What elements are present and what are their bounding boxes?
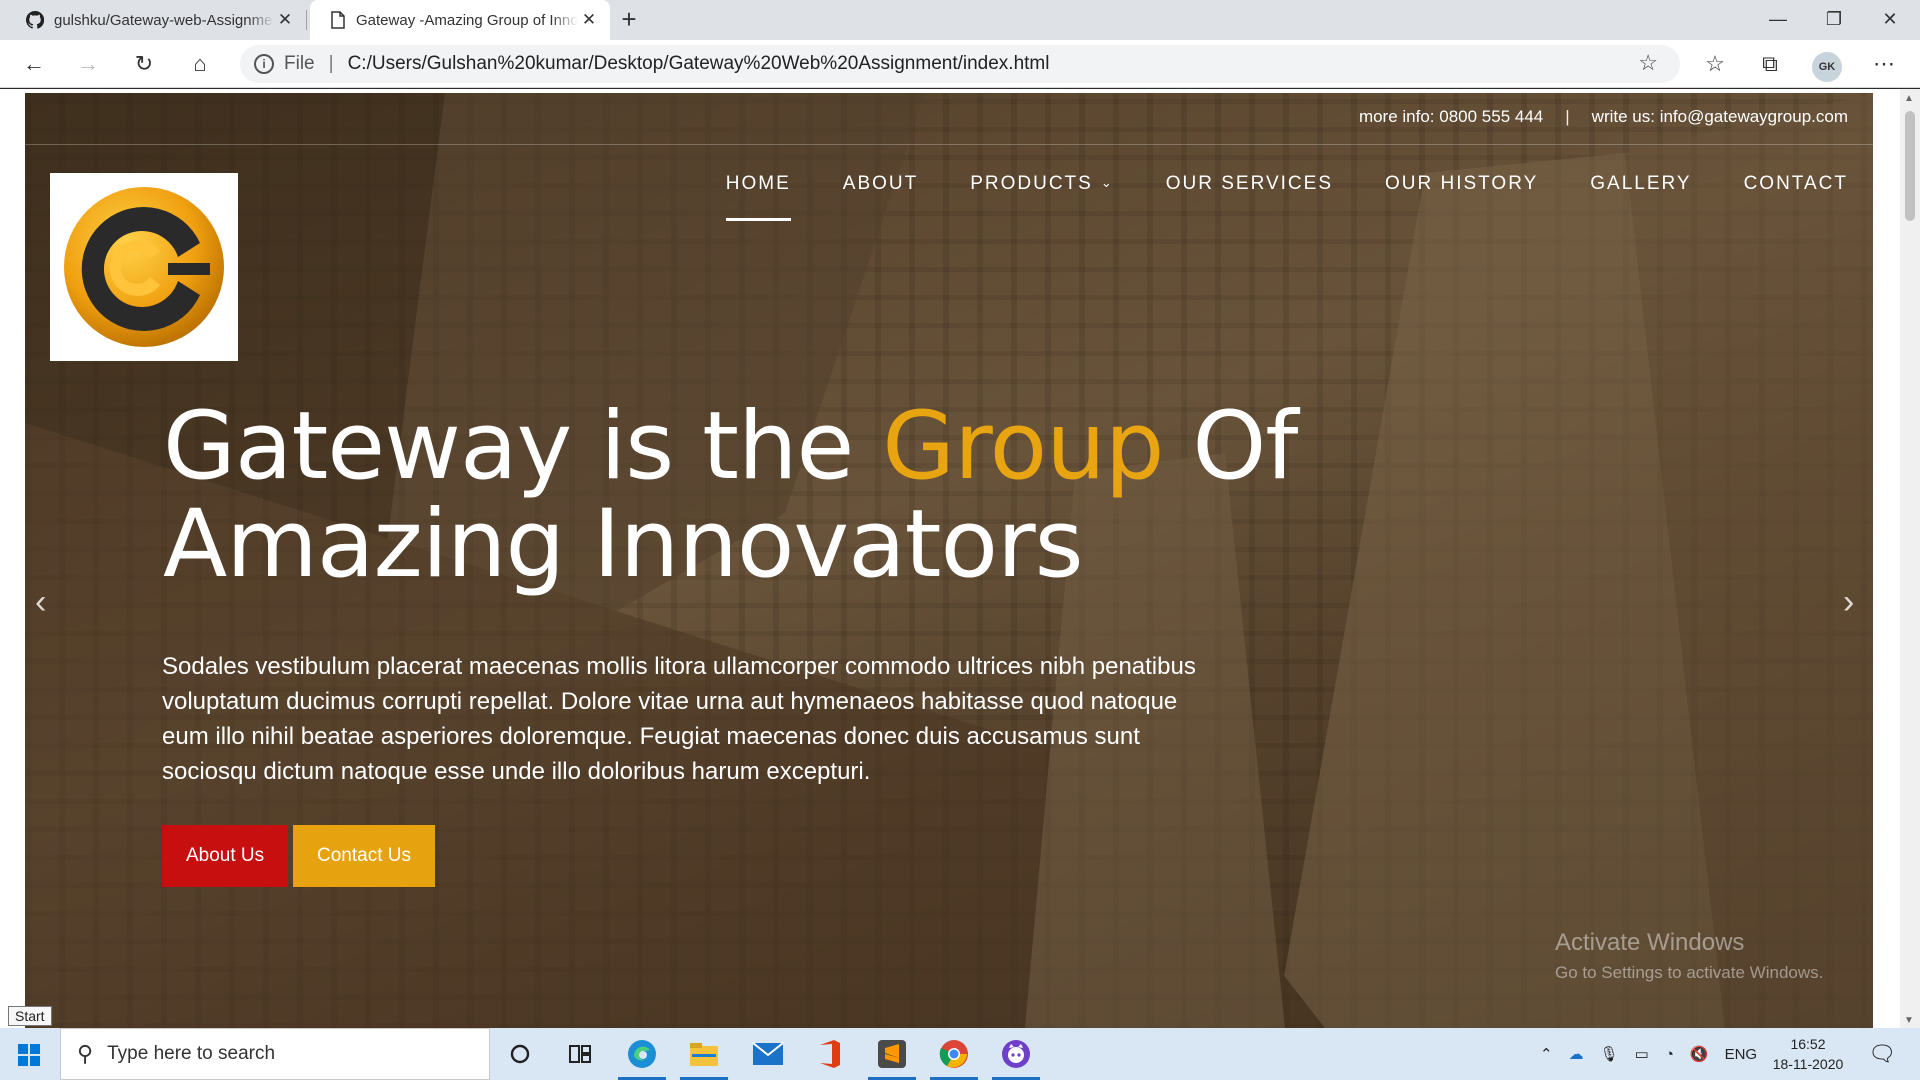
edge-icon[interactable] (618, 1036, 666, 1080)
search-placeholder: Type here to search (107, 1043, 276, 1064)
gateway-logo-icon (64, 187, 224, 347)
browser-tab-strip: gulshku/Gateway-web-Assignment ✕ Gateway… (0, 0, 1920, 40)
page-viewport: more info: 0800 555 444 | write us: info… (0, 89, 1920, 1028)
notification-icon[interactable]: 🗨 (1868, 1028, 1896, 1080)
tab-divider (306, 10, 307, 30)
favorites-icon[interactable]: ☆ (1697, 48, 1733, 80)
nav-our-history[interactable]: OUR HISTORY (1385, 173, 1538, 221)
clock-time: 16:52 (1790, 1036, 1826, 1052)
carousel-prev-icon[interactable]: ‹ (35, 583, 46, 622)
language-indicator[interactable]: ENG (1725, 1046, 1758, 1063)
address-divider: | (328, 53, 334, 74)
nav-home[interactable]: HOME (725, 173, 791, 221)
windows-start-icon[interactable] (18, 1044, 40, 1066)
new-tab-button[interactable]: + (614, 0, 644, 40)
tab-github[interactable]: gulshku/Gateway-web-Assignment ✕ (6, 0, 306, 40)
headline-accent: Group (882, 392, 1164, 501)
watermark-title: Activate Windows (1555, 929, 1745, 956)
contact-us-button[interactable]: Contact Us (293, 825, 435, 887)
info-icon[interactable]: i (254, 54, 274, 74)
carousel-next-icon[interactable]: › (1843, 583, 1854, 622)
nav-our-services[interactable]: OUR SERVICES (1166, 173, 1333, 221)
system-tray: ⌃ ☁ 🎙 ▭ ◔ 🔇 ENG (1540, 1028, 1757, 1080)
scroll-thumb[interactable] (1905, 111, 1915, 221)
back-button[interactable]: ← (16, 48, 52, 80)
network-icon[interactable]: ◔ (1665, 1046, 1674, 1063)
close-tab-icon[interactable]: ✕ (274, 10, 296, 30)
onedrive-icon[interactable]: ☁ (1569, 1045, 1584, 1063)
watermark-subtitle: Go to Settings to activate Windows. (1555, 963, 1824, 982)
nav-gallery[interactable]: GALLERY (1590, 173, 1691, 221)
collections-icon[interactable]: ⧉ (1752, 48, 1788, 80)
mail-icon[interactable] (750, 1036, 786, 1072)
hero-description: Sodales vestibulum placerat maecenas mol… (162, 653, 1196, 785)
url-text[interactable]: C:/Users/Gulshan%20kumar/Desktop/Gateway… (348, 53, 1050, 75)
hero-section: more info: 0800 555 444 | write us: info… (25, 93, 1873, 1028)
nav-contact[interactable]: CONTACT (1744, 173, 1848, 221)
sublime-text-icon[interactable] (868, 1036, 916, 1080)
page-scrollbar[interactable]: ▲ ▼ (1900, 89, 1920, 1028)
favorite-star-icon[interactable]: ☆ (1638, 50, 1658, 76)
microphone-icon[interactable]: 🎙 (1600, 1045, 1619, 1063)
windows-taskbar: ⚲ Type here to search ⌃ ☁ 🎙 ▭ ◔ 🔇 ENG 16… (0, 1028, 1920, 1080)
office-icon[interactable] (812, 1036, 848, 1072)
browser-toolbar: ← → ↻ ⌂ i File | C:/Users/Gulshan%20kuma… (0, 40, 1920, 88)
chevron-up-icon[interactable]: ⌃ (1540, 1045, 1553, 1063)
page-icon (331, 11, 345, 29)
minimize-button[interactable]: — (1750, 0, 1806, 40)
scroll-up-icon[interactable]: ▲ (1904, 93, 1914, 104)
address-bar[interactable]: i File | C:/Users/Gulshan%20kumar/Deskto… (240, 45, 1680, 83)
github-icon (26, 11, 44, 29)
nav-products[interactable]: PRODUCTS ⌄ (970, 173, 1114, 221)
start-tooltip: Start (8, 1006, 52, 1026)
scroll-down-icon[interactable]: ▼ (1904, 1015, 1914, 1026)
maximize-button[interactable]: ❐ (1806, 0, 1862, 40)
hero-headline: Gateway is the Group Of Amazing Innovato… (163, 398, 1663, 594)
close-tab-icon[interactable]: ✕ (578, 10, 600, 30)
clock-date: 18-11-2020 (1772, 1056, 1844, 1072)
search-icon: ⚲ (77, 1041, 94, 1066)
nav-products-label: PRODUCTS (970, 173, 1093, 194)
task-view-icon[interactable] (562, 1036, 598, 1072)
activate-windows-watermark: Activate Windows Go to Settings to activ… (1555, 929, 1823, 983)
refresh-button[interactable]: ↻ (126, 48, 162, 80)
close-window-button[interactable]: ✕ (1862, 0, 1918, 40)
taskbar-search[interactable]: ⚲ Type here to search (60, 1028, 490, 1080)
site-topbar: more info: 0800 555 444 | write us: info… (25, 93, 1873, 145)
cortana-icon[interactable] (502, 1036, 538, 1072)
headline-part-1: Gateway is the (163, 392, 883, 501)
more-menu-icon[interactable]: ⋯ (1866, 48, 1902, 80)
topbar-phone: more info: 0800 555 444 (1358, 107, 1544, 126)
chrome-icon[interactable] (930, 1036, 978, 1080)
profile-avatar[interactable]: GK (1812, 52, 1842, 82)
about-us-button[interactable]: About Us (162, 825, 289, 887)
topbar-email[interactable]: write us: info@gatewaygroup.com (1592, 107, 1848, 127)
topbar-divider: | (1565, 107, 1570, 126)
volume-muted-icon[interactable]: 🔇 (1690, 1045, 1709, 1063)
forward-button[interactable]: → (70, 48, 106, 80)
main-nav: HOME ABOUT PRODUCTS ⌄ OUR SERVICES OUR HI… (725, 173, 1848, 221)
tab-title: gulshku/Gateway-web-Assignment (54, 11, 274, 29)
tab-gateway[interactable]: Gateway -Amazing Group of Innovators ✕ (310, 0, 610, 40)
tab-title: Gateway -Amazing Group of Innovators (356, 11, 578, 29)
scheme-label: File (284, 53, 315, 74)
file-explorer-icon[interactable] (680, 1036, 728, 1080)
clock[interactable]: 16:52 18-11-2020 (1758, 1034, 1858, 1074)
chevron-down-icon: ⌄ (1100, 175, 1114, 190)
site-logo[interactable] (50, 173, 238, 361)
nav-about[interactable]: ABOUT (843, 173, 918, 221)
github-desktop-icon[interactable] (992, 1036, 1040, 1080)
home-button[interactable]: ⌂ (182, 48, 218, 80)
battery-icon[interactable]: ▭ (1635, 1045, 1649, 1063)
